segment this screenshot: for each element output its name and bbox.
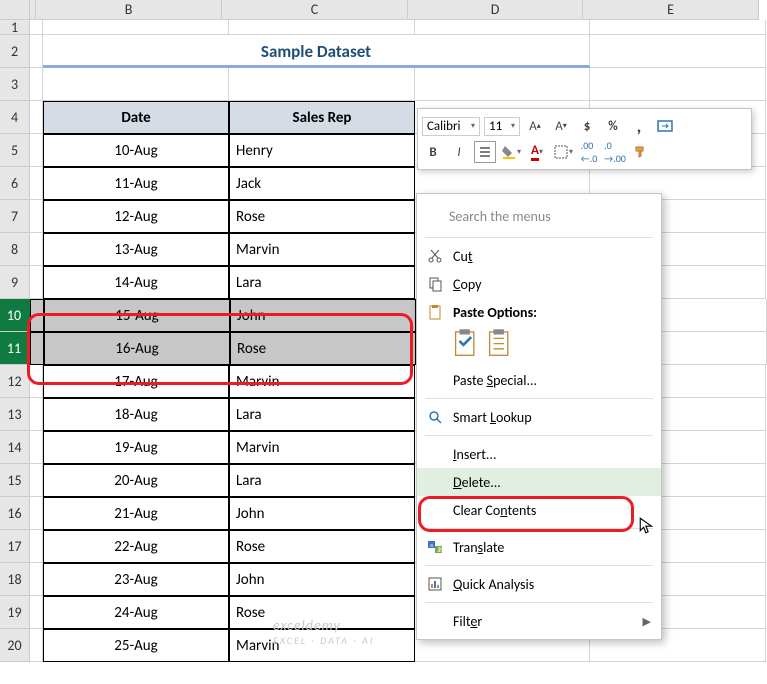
menu-insert[interactable]: Insert... [417,440,661,468]
menu-search-input[interactable]: Search the menus [445,204,651,229]
table-row: 3 [0,68,767,101]
menu-smart-lookup[interactable]: Smart Lookup [417,403,661,431]
paste-values-icon[interactable] [487,330,513,358]
menu-filter[interactable]: Filter ▶ [417,607,661,635]
font-selector[interactable]: Calibri▾ [422,117,480,136]
header-rep[interactable]: Sales Rep [229,101,415,134]
table-row: 2 Sample Dataset [0,35,767,68]
col-header-b[interactable]: B [36,0,222,20]
col-header-d[interactable]: D [408,0,583,20]
percent-icon[interactable]: % [602,115,624,137]
menu-paste-special[interactable]: Paste Special... [417,366,661,394]
quick-analysis-icon [425,574,445,594]
font-color-icon[interactable]: A▾ [526,141,548,163]
copy-icon [425,274,445,294]
menu-translate[interactable]: aあ Translate [417,533,661,561]
align-icon[interactable] [474,141,496,163]
comma-icon[interactable]: , [628,115,650,137]
menu-copy[interactable]: Copy [417,270,661,298]
chevron-right-icon: ▶ [643,615,651,628]
title-cell[interactable]: Sample Dataset [43,35,590,68]
svg-text:a: a [430,541,433,549]
menu-paste-options: Paste Options: [417,298,661,326]
decrease-font-icon[interactable]: A▾ [550,115,572,137]
merge-icon[interactable] [654,115,676,137]
border-icon[interactable]: ▾ [552,141,574,163]
row-header-3[interactable]: 3 [0,68,30,101]
fill-color-icon[interactable]: ▾ [500,141,522,163]
italic-icon[interactable]: I [448,141,470,163]
svg-text:あ: あ [437,546,443,554]
paste-icon [425,302,445,322]
lookup-icon [425,407,445,427]
paste-normal-icon[interactable] [453,330,479,358]
table-row: 1 [0,20,767,35]
row-header-2[interactable]: 2 [0,35,30,68]
row-header-1[interactable]: 1 [0,20,30,35]
font-size-selector[interactable]: 11▾ [484,117,520,136]
header-date[interactable]: Date [43,101,229,134]
menu-clear-contents[interactable]: Clear Contents [417,496,661,524]
col-header-c[interactable]: C [222,0,408,20]
watermark: exceldemy EXCEL · DATA · AI [273,617,374,647]
increase-font-icon[interactable]: A▴ [524,115,546,137]
mini-toolbar: Calibri▾ 11▾ A▴ A▾ $ % , B I ▾ A▾ ▾ .00←… [417,108,752,170]
bold-icon[interactable]: B [422,141,444,163]
format-painter-icon[interactable] [630,141,652,163]
menu-delete[interactable]: Delete... [417,468,661,496]
col-header-e[interactable]: E [583,0,759,20]
cut-icon [425,246,445,266]
context-menu: Search the menus Cut Copy Paste Options:… [416,193,662,640]
menu-quick-analysis[interactable]: Quick Analysis [417,570,661,598]
row-header-4[interactable]: 4 [0,101,30,134]
increase-decimal-icon[interactable]: .0→.00 [604,141,626,163]
menu-cut[interactable]: Cut [417,242,661,270]
column-headers: B C D E [0,0,767,20]
currency-icon[interactable]: $ [576,115,598,137]
select-all-corner[interactable] [0,0,30,20]
translate-icon: aあ [425,537,445,557]
decrease-decimal-icon[interactable]: .00←.0 [578,141,600,163]
